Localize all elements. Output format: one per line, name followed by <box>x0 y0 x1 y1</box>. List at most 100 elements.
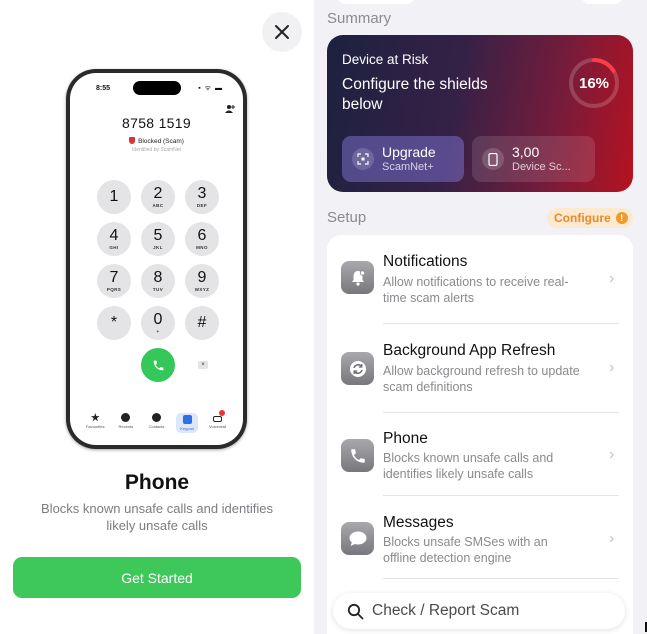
setup-item-subtitle: Blocks known unsafe calls and identifies… <box>383 451 554 481</box>
mock-key-letters: TUV <box>152 287 164 292</box>
clock-icon <box>121 413 131 422</box>
chevron-right-icon: › <box>609 446 615 463</box>
app-root: 8:55 ▪ ᯤ ▬ 8758 1519 Blocked (Scam) Iden… <box>0 0 647 634</box>
shield-icon <box>129 137 136 144</box>
mock-key-letters: ABC <box>152 203 164 208</box>
mock-blocked-text: Blocked (Scam) <box>138 138 184 145</box>
person-icon <box>151 413 161 422</box>
summary-header: Summary <box>327 10 392 27</box>
alert-icon: ! <box>615 212 628 224</box>
search-icon <box>347 603 364 619</box>
mock-tab-label: Recents <box>118 424 134 429</box>
mock-key-digit: 9 <box>197 269 207 286</box>
device-scan-subtitle: Device Sc... <box>512 161 571 173</box>
mock-tab-keypad: Keypad <box>176 413 199 433</box>
configure-button[interactable]: Configure ! <box>547 208 633 228</box>
star-icon <box>90 413 100 422</box>
mock-key-digit: 3 <box>197 185 207 202</box>
phone-mockup-screen: 8:55 ▪ ᯤ ▬ 8758 1519 Blocked (Scam) Iden… <box>70 73 243 445</box>
protection-percent: 16% <box>578 74 610 92</box>
mock-key-digit: 6 <box>197 227 207 244</box>
mock-tab-favourites: Favourites <box>84 413 106 429</box>
chevron-right-icon: › <box>609 530 615 547</box>
mock-delete-icon: × <box>198 361 208 369</box>
setup-header: Setup <box>327 209 367 226</box>
divider <box>383 412 619 413</box>
mock-key-9: 9 WXYZ <box>185 264 219 298</box>
mock-key-1: 1 <box>97 180 131 214</box>
device-scan-count: 3,00 <box>512 144 540 160</box>
mock-tab-contacts: Contacts <box>145 413 167 429</box>
mock-key-10: * <box>97 306 131 340</box>
keypad-icon <box>182 415 192 424</box>
setup-item-subtitle: Allow background refresh to update scam … <box>383 364 580 394</box>
mock-tab-label: Voicemail <box>209 424 227 429</box>
configure-label: Configure <box>554 211 611 225</box>
phone-icon <box>153 360 163 370</box>
setup-item-subtitle: Allow notifications to receive real-time… <box>383 275 569 305</box>
mock-key-digit: # <box>197 314 207 331</box>
mock-key-4: 4 GHI <box>97 222 131 256</box>
mock-key-letters: + <box>156 329 160 334</box>
mock-key-6: 6 MNO <box>185 222 219 256</box>
mock-blocked-label: Blocked (Scam) <box>70 137 243 145</box>
close-button[interactable] <box>262 12 302 52</box>
risk-message: Configure the shields below <box>342 76 488 113</box>
mock-key-letters: GHI <box>109 245 119 250</box>
mock-key-digit: 0 <box>153 311 163 328</box>
bell-icon <box>341 261 374 294</box>
setup-item-messages[interactable]: Messages Blocks unsafe SMSes with an off… <box>327 512 633 598</box>
dynamic-island <box>133 81 181 95</box>
mock-tab-recents: Recents <box>115 413 137 429</box>
message-icon <box>341 522 374 555</box>
device-scan-button[interactable]: 3,00 Device Sc... <box>472 136 595 182</box>
phone-onboarding-sheet: 8:55 ▪ ᯤ ▬ 8758 1519 Blocked (Scam) Iden… <box>0 0 314 634</box>
phone-icon <box>341 439 374 472</box>
scan-icon <box>352 148 374 170</box>
upgrade-button[interactable]: Upgrade ScamNet+ <box>342 136 464 182</box>
mock-key-8: 8 TUV <box>141 264 175 298</box>
mock-tab-label: Keypad <box>180 426 194 431</box>
add-contact-icon <box>225 105 235 113</box>
mock-key-3: 3 DEF <box>185 180 219 214</box>
mock-key-digit: 1 <box>109 188 119 205</box>
mock-tab-label: Favourites <box>85 424 105 429</box>
divider <box>383 495 619 496</box>
mock-key-digit: 8 <box>153 269 163 286</box>
voicemail-icon <box>213 416 223 422</box>
mock-key-2: 2 ABC <box>141 180 175 214</box>
setup-item-title: Phone <box>383 430 428 447</box>
upgrade-title: Upgrade <box>382 144 436 160</box>
mock-status-time: 8:55 <box>96 85 111 92</box>
dashboard-pane: Summary Device at Risk Configure the shi… <box>314 0 647 634</box>
mock-status-icons: ▪ ᯤ ▬ <box>198 85 223 92</box>
get-started-button[interactable]: Get Started <box>13 557 301 598</box>
smartphone-icon <box>482 148 504 170</box>
mock-key-letters: MNO <box>196 245 208 250</box>
check-report-scam-search[interactable]: Check / Report Scam <box>333 593 625 629</box>
risk-summary-card[interactable]: Device at Risk Configure the shields bel… <box>327 35 633 192</box>
mock-tab-voicemail: Voicemail <box>207 410 229 429</box>
setup-item-title: Messages <box>383 514 454 531</box>
mock-dialed-number: 8758 1519 <box>122 115 191 131</box>
mock-key-7: 7 PQRS <box>97 264 131 298</box>
top-card-peek <box>582 0 622 4</box>
divider <box>383 578 619 579</box>
mock-key-12: # <box>185 306 219 340</box>
mock-key-letters: DEF <box>196 203 208 208</box>
refresh-icon <box>341 352 374 385</box>
phone-mockup: 8:55 ▪ ᯤ ▬ 8758 1519 Blocked (Scam) Iden… <box>66 69 247 449</box>
top-card-peek <box>338 0 414 4</box>
setup-item-subtitle: Blocks unsafe SMSes with an offline dete… <box>383 535 548 565</box>
setup-item-phone[interactable]: Phone Blocks known unsafe calls and iden… <box>327 428 633 514</box>
mock-identified-by: Identified by ScamNet <box>132 147 181 153</box>
upgrade-subtitle: ScamNet+ <box>382 161 434 173</box>
mock-key-digit: 7 <box>109 269 119 286</box>
mock-key-5: 5 JKL <box>141 222 175 256</box>
mock-key-digit: * <box>110 314 118 331</box>
feature-description: Blocks known unsafe calls and identifies… <box>41 501 273 533</box>
mock-key-digit: 2 <box>153 185 163 202</box>
setup-list: Notifications Allow notifications to rec… <box>327 235 633 634</box>
mock-key-digit: 5 <box>153 227 163 244</box>
mock-key-letters: WXYZ <box>194 287 210 292</box>
